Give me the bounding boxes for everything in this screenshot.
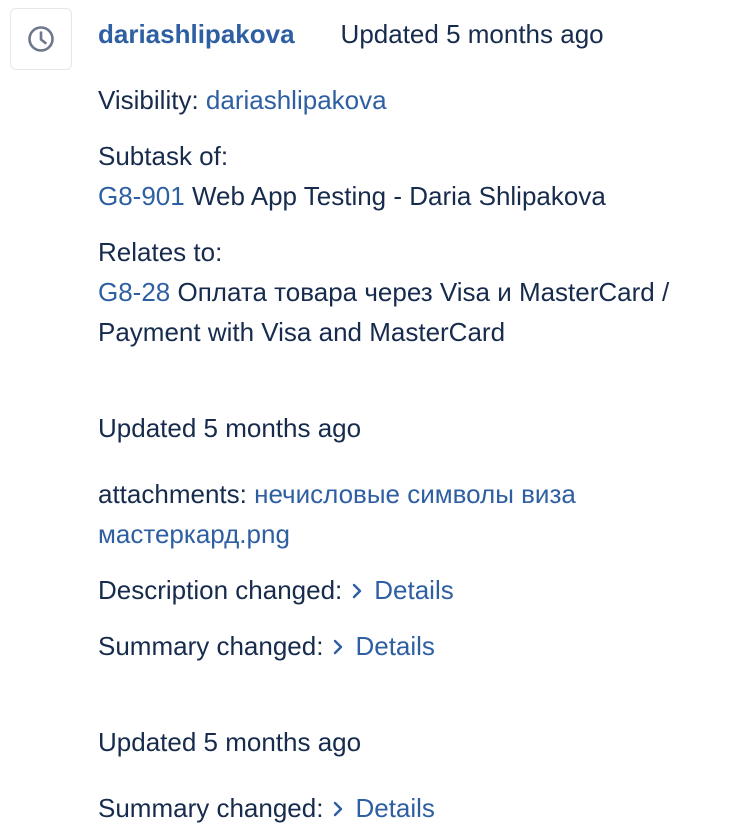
description-details-link[interactable]: Details [342,575,454,605]
summary-changed-row: Summary changed: Details [98,626,435,666]
updated-time: Updated 5 months ago [98,413,362,443]
history-avatar [10,8,72,70]
chevron-right-icon [334,639,343,655]
relates-row: G8-28 Оплата товара через Visa и MasterC… [98,272,740,352]
chevron-right-icon [353,583,362,599]
description-changed-row: Description changed: Details [98,570,454,610]
subtask-issue-title: Web App Testing - Daria Shlipakova [191,181,606,211]
description-changed-label: Description changed: [98,575,343,605]
summary-details-link[interactable]: Details [323,631,435,661]
history-entry-header: dariashlipakova Updated 5 months ago [98,14,604,54]
details-label: Details [355,631,435,661]
attachments-row: attachments: нечисловые символы виза мас… [98,474,658,554]
visibility-row: Visibility: dariashlipakova [98,80,387,120]
subtask-row: G8-901 Web App Testing - Daria Shlipakov… [98,176,606,216]
relates-label: Relates to: [98,237,223,267]
summary-changed-label: Summary changed: [98,793,324,823]
visibility-label: Visibility: [98,85,199,115]
relates-issue-title: Оплата товара через Visa и MasterCard / … [98,277,670,347]
details-label: Details [374,575,454,605]
subtask-label: Subtask of: [98,141,229,171]
chevron-right-icon [334,801,343,817]
relates-issue-link[interactable]: G8-28 [98,277,170,307]
clock-icon [26,24,56,54]
updated-time: Updated 5 months ago [340,19,604,49]
summary-changed-label: Summary changed: [98,631,324,661]
updated-time: Updated 5 months ago [98,727,362,757]
subtask-issue-link[interactable]: G8-901 [98,181,185,211]
details-label: Details [355,793,435,823]
attachments-label: attachments: [98,479,247,509]
author-link[interactable]: dariashlipakova [98,19,295,49]
visibility-link[interactable]: dariashlipakova [206,85,387,115]
summary-details-link[interactable]: Details [323,793,435,823]
summary-changed-row: Summary changed: Details [98,788,435,828]
